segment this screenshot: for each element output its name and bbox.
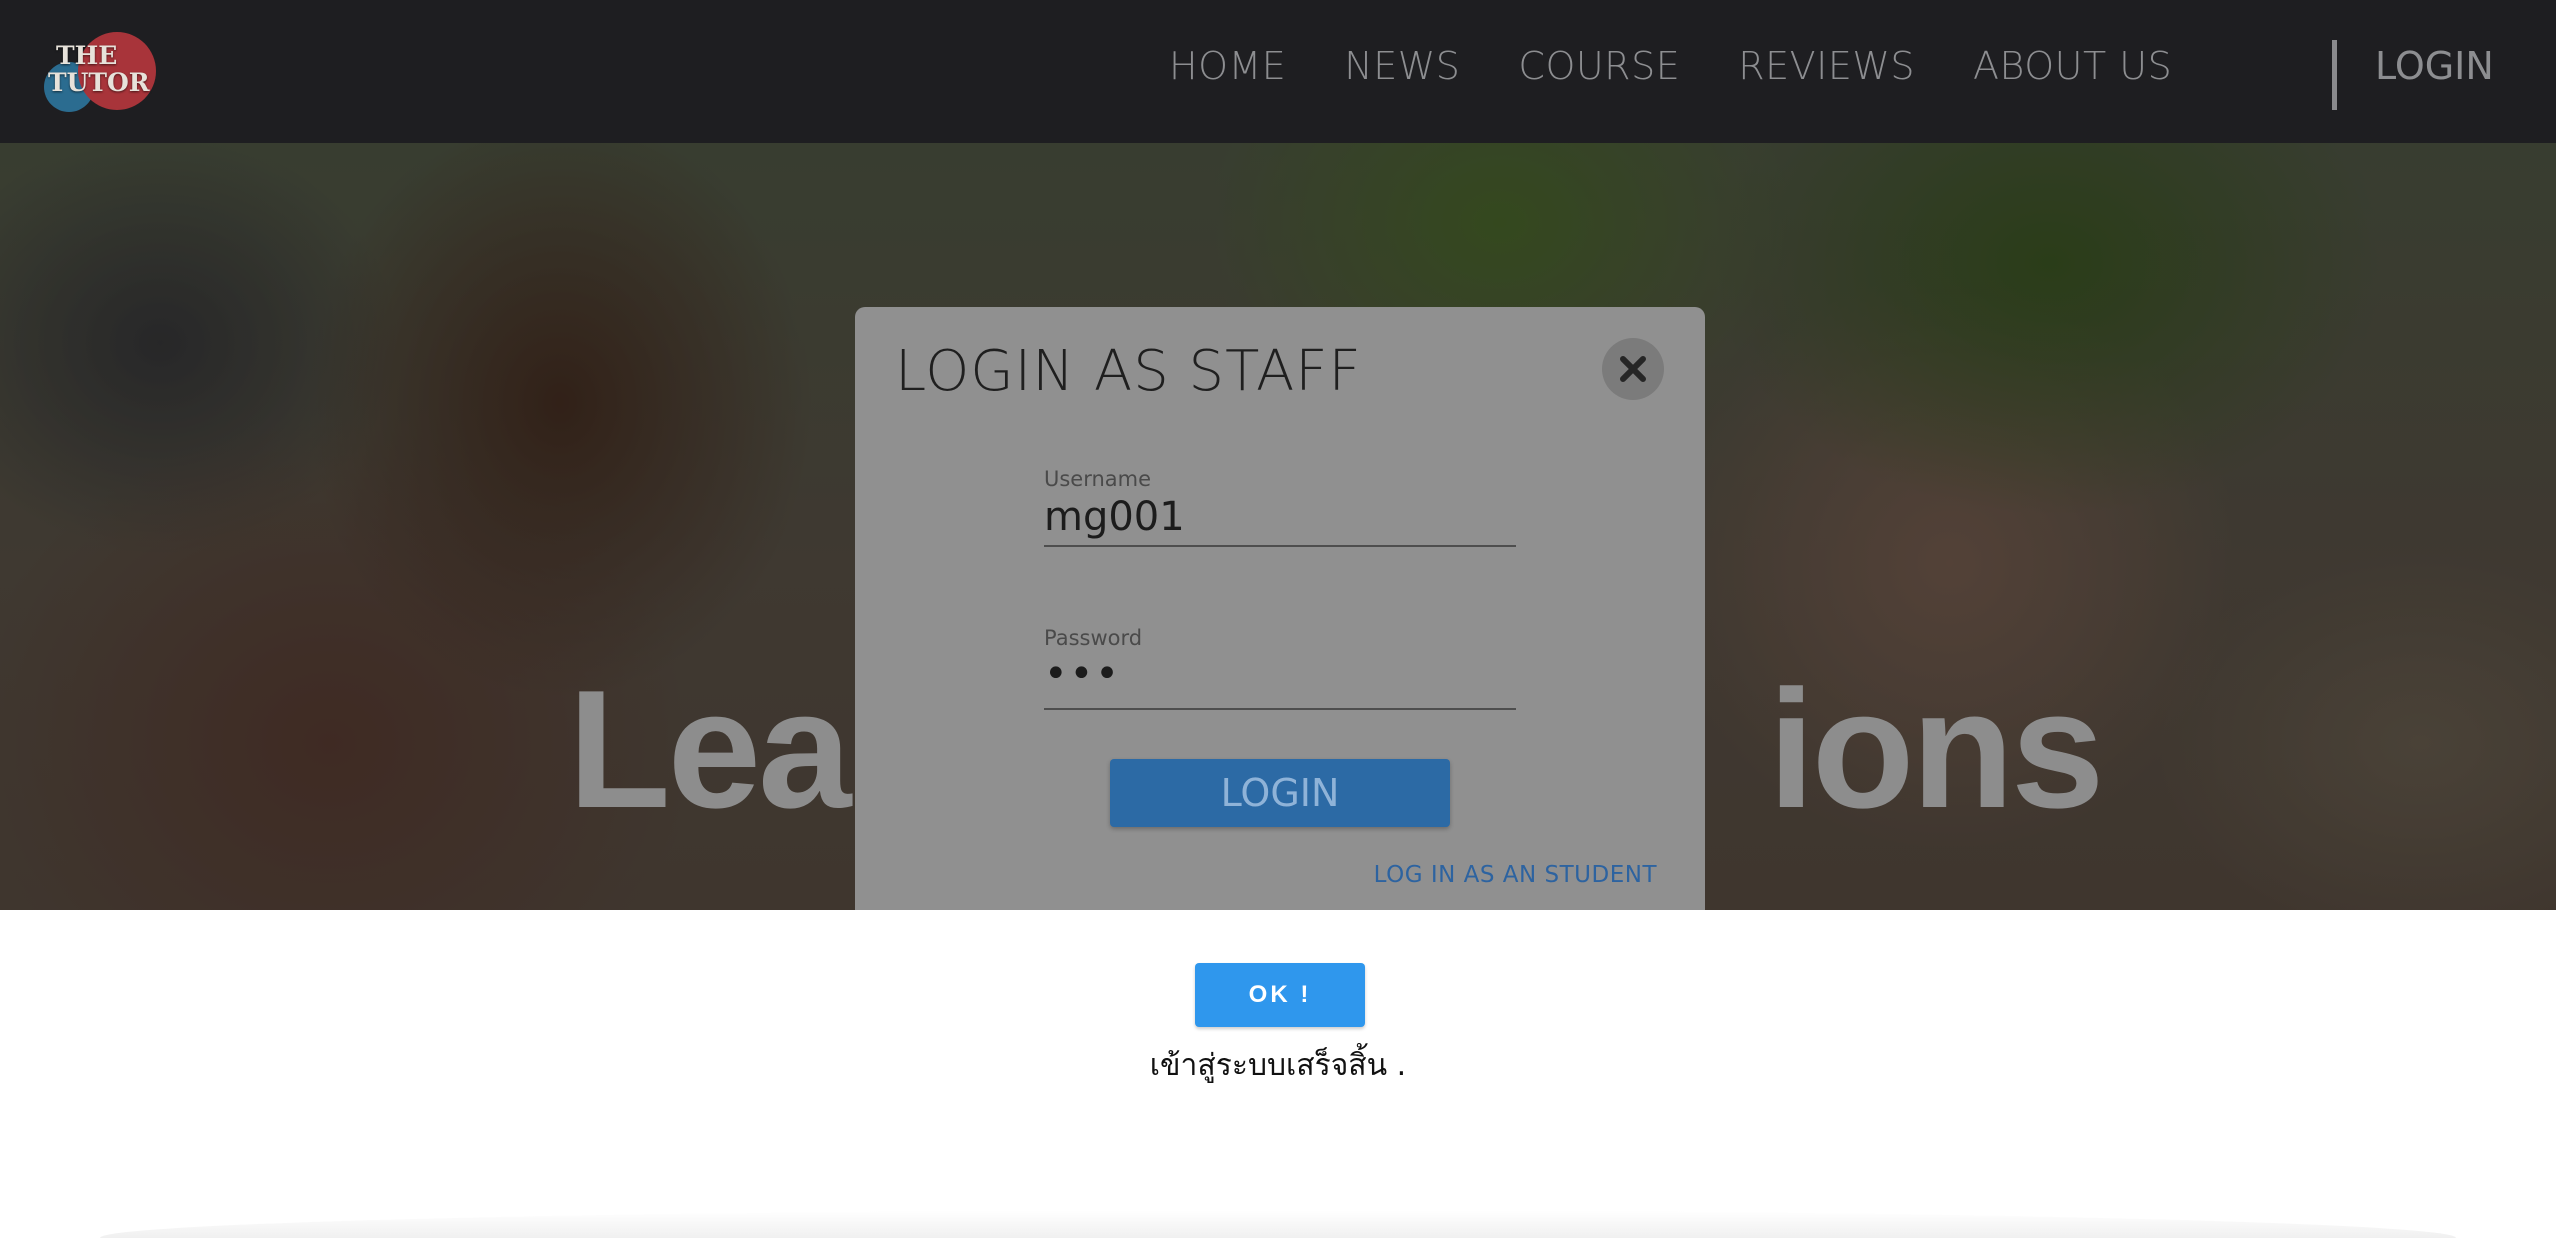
close-button[interactable]	[1602, 338, 1664, 400]
close-icon	[1620, 356, 1646, 382]
username-field[interactable]: Username mg001	[1044, 467, 1516, 547]
logo-text: THE TUTOR	[40, 42, 150, 96]
hero-title-end: ions	[1768, 655, 2104, 843]
navbar: THE TUTOR HOME NEWS COURSE REVIEWS ABOUT…	[0, 0, 2556, 143]
alert-bottom-shadow	[100, 1210, 2456, 1238]
password-input[interactable]: •••	[1044, 652, 1516, 710]
password-label: Password	[1044, 626, 1143, 650]
nav-item-course[interactable]: COURSE	[1518, 44, 1680, 88]
nav-item-reviews[interactable]: REVIEWS	[1738, 44, 1915, 88]
staff-login-modal: LOGIN AS STAFF Username mg001 Password •…	[855, 307, 1705, 910]
username-label: Username	[1044, 467, 1152, 491]
password-field[interactable]: Password •••	[1044, 626, 1516, 710]
nav-links: HOME NEWS COURSE REVIEWS ABOUT US	[1169, 44, 2230, 88]
logo-line-2: TUTOR	[48, 68, 150, 97]
nav-item-about-us[interactable]: ABOUT US	[1973, 44, 2172, 88]
username-input[interactable]: mg001	[1044, 493, 1516, 547]
nav-divider	[2332, 40, 2337, 110]
logo-line-1: THE	[56, 41, 118, 70]
logo[interactable]: THE TUTOR	[40, 28, 160, 112]
nav-item-news[interactable]: NEWS	[1344, 44, 1460, 88]
ok-button[interactable]: OK !	[1195, 963, 1365, 1027]
student-login-link[interactable]: LOG IN AS AN STUDENT	[1374, 862, 1657, 888]
page: THE TUTOR HOME NEWS COURSE REVIEWS ABOUT…	[0, 0, 2556, 1238]
alert-message: เข้าสู่ระบบเสร็จสิ้น .	[1149, 1048, 1407, 1083]
login-button[interactable]: LOGIN	[1110, 759, 1450, 827]
alert-dialog: OK ! เข้าสู่ระบบเสร็จสิ้น .	[0, 910, 2556, 1238]
modal-title: LOGIN AS STAFF	[895, 339, 1362, 404]
nav-item-home[interactable]: HOME	[1169, 44, 1286, 88]
nav-login-link[interactable]: LOGIN	[2375, 44, 2494, 88]
